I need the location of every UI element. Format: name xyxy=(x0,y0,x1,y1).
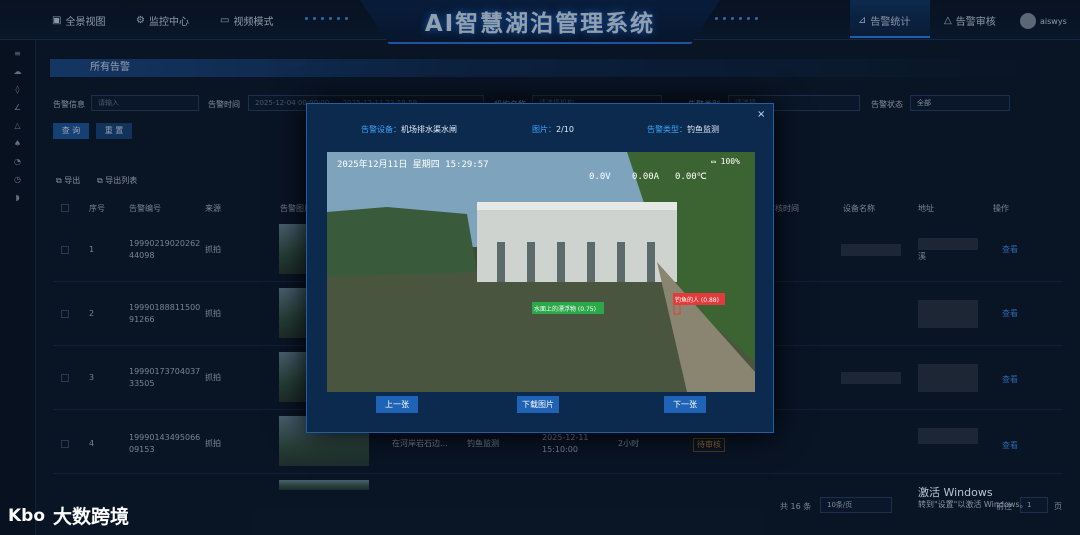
alert-photo[interactable]: 2025年12月11日 星期四 15:29:57 ▭ 100% 0.0V 0.0… xyxy=(327,152,755,392)
brand-name: 大数跨境 xyxy=(53,506,130,528)
photo-battery: ▭ 100% xyxy=(711,157,740,166)
photo-voltage: 0.0V xyxy=(589,172,611,182)
photo-temp: 0.00℃ xyxy=(675,172,707,182)
photo-scene xyxy=(327,152,755,392)
modal-image-value: 2/10 xyxy=(556,125,574,134)
modal-device-label: 告警设备： xyxy=(361,125,401,134)
close-icon[interactable]: × xyxy=(757,109,765,120)
windows-watermark-sub: 转到"设置"以激活 Windows。 xyxy=(918,500,1028,509)
alert-image-modal: 告警设备：机场排水渠水闸 图片：2/10 告警类型：钓鱼监测 × 2025年12… xyxy=(306,103,774,433)
battery-icon: ▭ xyxy=(711,157,721,166)
modal-image-label: 图片： xyxy=(532,125,556,134)
prev-button[interactable]: 上一张 xyxy=(376,396,418,413)
photo-current: 0.00A xyxy=(632,172,660,182)
battery-value: 100% xyxy=(720,157,740,166)
brand-watermark: Kbo 大数跨境 xyxy=(8,502,129,529)
detection-label-floating: 水面上的漂浮物 (0.75) xyxy=(534,306,596,313)
windows-watermark: 激活 Windows xyxy=(918,486,993,499)
modal-type-label: 告警类型： xyxy=(647,125,687,134)
next-button[interactable]: 下一张 xyxy=(664,396,706,413)
modal-type: 告警类型：钓鱼监测 xyxy=(647,124,719,135)
download-button[interactable]: 下载图片 xyxy=(517,396,559,413)
detection-label-fisher: 钓鱼的人 (0.88) xyxy=(675,297,719,304)
modal-device: 告警设备：机场排水渠水闸 xyxy=(361,124,457,135)
photo-timestamp: 2025年12月11日 星期四 15:29:57 xyxy=(337,160,489,170)
brand-logo: Kbo xyxy=(8,505,46,526)
modal-device-value: 机场排水渠水闸 xyxy=(401,125,457,134)
modal-image-index: 图片：2/10 xyxy=(532,124,574,135)
modal-type-value: 钓鱼监测 xyxy=(687,125,719,134)
